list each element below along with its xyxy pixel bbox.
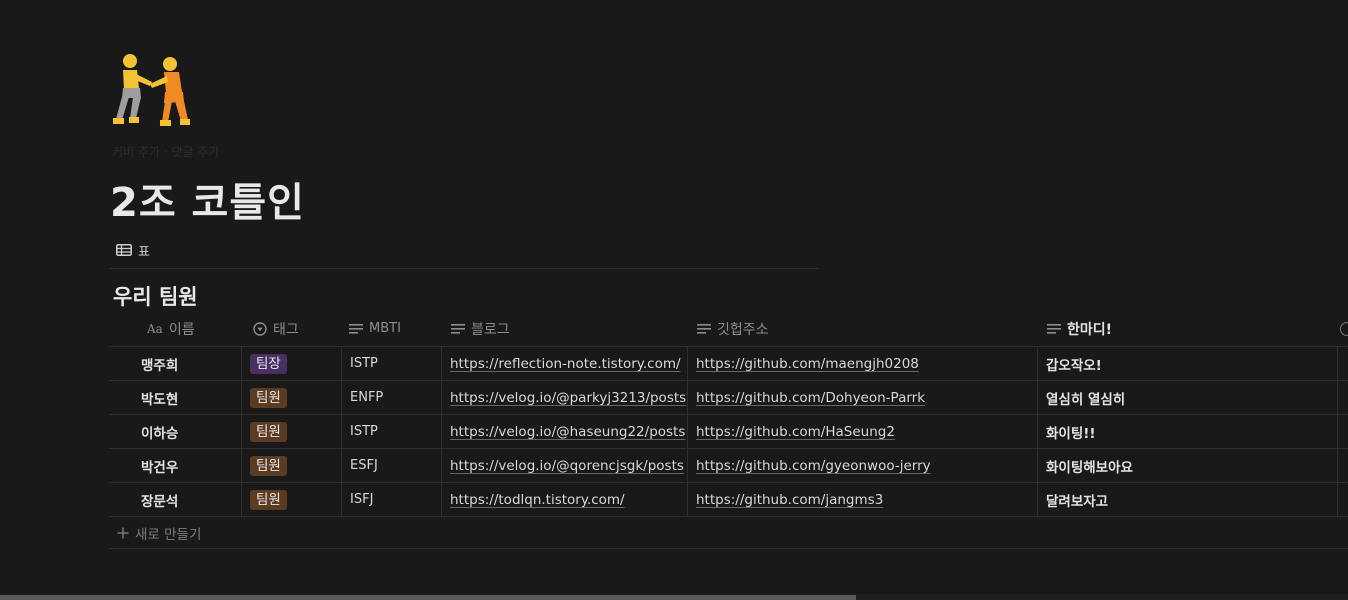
text-property-icon: [349, 323, 363, 334]
column-header-label: 블로그: [471, 321, 510, 338]
column-header-tag[interactable]: 태그: [241, 311, 341, 346]
blog-link[interactable]: https://todlqn.tistory.com/: [450, 492, 625, 508]
column-header-mbti[interactable]: MBTI: [341, 311, 441, 346]
github-link[interactable]: https://github.com/HaSeung2: [696, 424, 895, 440]
column-header-name[interactable]: Aa 이름: [109, 311, 241, 346]
tag-cell[interactable]: 팀원: [241, 381, 341, 414]
page-icon[interactable]: [110, 52, 194, 130]
github-cell[interactable]: https://github.com/HaSeung2: [687, 415, 1037, 448]
horizontal-scrollbar-thumb[interactable]: [0, 595, 856, 600]
empty-cell: [1337, 483, 1348, 516]
tag-cell[interactable]: 팀원: [241, 483, 341, 516]
comment-cell[interactable]: 달려보자고: [1037, 483, 1337, 516]
name-cell[interactable]: 맹주희: [109, 347, 241, 380]
column-header-label: 태그: [273, 321, 299, 338]
tag-cell[interactable]: 팀원: [241, 415, 341, 448]
blog-link[interactable]: https://velog.io/@haseung22/posts: [450, 424, 685, 440]
blog-link[interactable]: https://velog.io/@parkyj3213/posts: [450, 390, 686, 406]
tag-badge: 팀원: [250, 421, 287, 442]
name-cell[interactable]: 이하승: [109, 415, 241, 448]
new-row-label: 새로 만들기: [135, 526, 202, 543]
wrestlers-icon: [113, 54, 190, 126]
empty-cell: [1337, 381, 1348, 414]
tag-badge: 팀원: [250, 387, 287, 408]
page-hover-actions[interactable]: 커버 추가 · 댓글 추가: [112, 143, 219, 160]
github-cell[interactable]: https://github.com/maengjh0208: [687, 347, 1037, 380]
github-link[interactable]: https://github.com/jangms3: [696, 492, 883, 508]
add-property-icon: [1340, 321, 1348, 336]
comment-cell[interactable]: 갑오작오!: [1037, 347, 1337, 380]
name-cell[interactable]: 박건우: [109, 449, 241, 482]
plus-icon: [117, 527, 129, 538]
column-header-label: 깃헙주소: [717, 321, 769, 338]
comment-cell[interactable]: 화이팅!!: [1037, 415, 1337, 448]
empty-cell: [1337, 347, 1348, 380]
table-row[interactable]: 맹주희 팀장 ISTP https://reflection-note.tist…: [109, 347, 1348, 381]
table-row[interactable]: 이하승 팀원 ISTP https://velog.io/@haseung22/…: [109, 415, 1348, 449]
mbti-cell[interactable]: ESFJ: [341, 449, 441, 482]
database-title[interactable]: 우리 팀원: [113, 281, 198, 311]
text-property-icon: [451, 323, 465, 334]
table-row[interactable]: 박건우 팀원 ESFJ https://velog.io/@qorencjsgk…: [109, 449, 1348, 483]
comment-cell[interactable]: 화이팅해보아요: [1037, 449, 1337, 482]
tag-badge: 팀원: [250, 489, 287, 510]
tag-cell[interactable]: 팀장: [241, 347, 341, 380]
mbti-cell[interactable]: ISTP: [341, 347, 441, 380]
table-row[interactable]: 박도현 팀원 ENFP https://velog.io/@parkyj3213…: [109, 381, 1348, 415]
column-header-github[interactable]: 깃헙주소: [687, 311, 1037, 346]
github-link[interactable]: https://github.com/maengjh0208: [696, 356, 919, 372]
empty-cell: [1337, 415, 1348, 448]
mbti-cell[interactable]: ISTP: [341, 415, 441, 448]
view-tab-label: 표: [138, 244, 150, 260]
mbti-cell[interactable]: ENFP: [341, 381, 441, 414]
text-property-icon: [1047, 323, 1061, 334]
name-cell[interactable]: 장문석: [109, 483, 241, 516]
column-header-more[interactable]: [1337, 311, 1348, 346]
blog-link[interactable]: https://velog.io/@qorencjsgk/posts: [450, 458, 684, 474]
select-property-icon: [253, 321, 267, 336]
github-cell[interactable]: https://github.com/gyeonwoo-jerry: [687, 449, 1037, 482]
column-header-blog[interactable]: 블로그: [441, 311, 687, 346]
github-link[interactable]: https://github.com/Dohyeon-Parrk: [696, 390, 925, 406]
blog-cell[interactable]: https://velog.io/@parkyj3213/posts: [441, 381, 687, 414]
table-icon: [116, 244, 132, 256]
github-cell[interactable]: https://github.com/Dohyeon-Parrk: [687, 381, 1037, 414]
column-header-label: MBTI: [369, 321, 401, 336]
new-row-button[interactable]: 새로 만들기: [109, 517, 1348, 549]
table-row[interactable]: 장문석 팀원 ISFJ https://todlqn.tistory.com/ …: [109, 483, 1348, 517]
github-link[interactable]: https://github.com/gyeonwoo-jerry: [696, 458, 931, 474]
table-header: Aa 이름 태그 MBTI 블로그 깃헙주소 한마디!: [109, 311, 1348, 347]
column-header-label: 이름: [168, 321, 195, 338]
tag-badge: 팀원: [250, 455, 287, 476]
title-property-icon: Aa: [147, 321, 163, 336]
blog-cell[interactable]: https://velog.io/@haseung22/posts: [441, 415, 687, 448]
view-divider: [110, 268, 818, 269]
blog-cell[interactable]: https://todlqn.tistory.com/: [441, 483, 687, 516]
text-property-icon: [697, 323, 711, 334]
name-cell[interactable]: 박도현: [109, 381, 241, 414]
comment-cell[interactable]: 열심히 열심히: [1037, 381, 1337, 414]
github-cell[interactable]: https://github.com/jangms3: [687, 483, 1037, 516]
column-header-label: 한마디!: [1067, 321, 1113, 338]
blog-cell[interactable]: https://velog.io/@qorencjsgk/posts: [441, 449, 687, 482]
empty-cell: [1337, 449, 1348, 482]
tag-badge: 팀장: [250, 353, 287, 374]
mbti-cell[interactable]: ISFJ: [341, 483, 441, 516]
database-table: Aa 이름 태그 MBTI 블로그 깃헙주소 한마디! 맹주희 팀장 ISTP …: [109, 311, 1348, 549]
column-header-comment[interactable]: 한마디!: [1037, 311, 1337, 346]
blog-cell[interactable]: https://reflection-note.tistory.com/: [441, 347, 687, 380]
tag-cell[interactable]: 팀원: [241, 449, 341, 482]
page-title[interactable]: 2조 코틀인: [110, 170, 305, 228]
view-tab-table[interactable]: 표: [116, 240, 150, 260]
blog-link[interactable]: https://reflection-note.tistory.com/: [450, 356, 681, 372]
